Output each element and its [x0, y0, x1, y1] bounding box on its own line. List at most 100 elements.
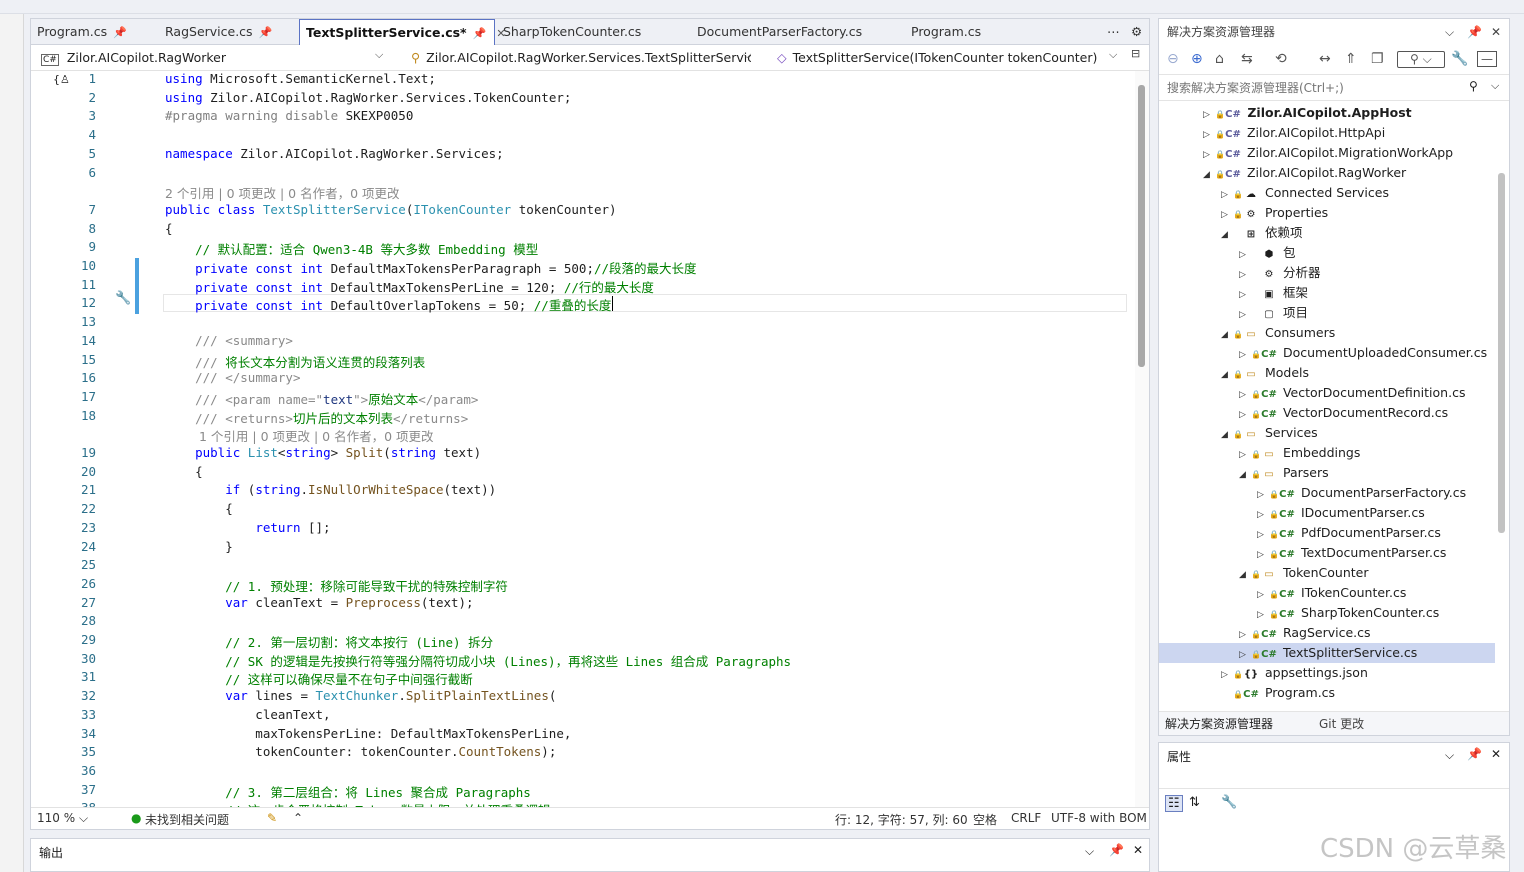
- code-line[interactable]: // 2. 第一层切割：将文本按行 (Line) 拆分: [165, 632, 493, 651]
- code-line[interactable]: namespace Zilor.AICopilot.RagWorker.Serv…: [165, 146, 504, 161]
- collapsed-arrow-icon[interactable]: ▷: [1221, 205, 1233, 225]
- tree-item[interactable]: ▷ ⚙ 分析器: [1159, 263, 1495, 283]
- code-line[interactable]: // 默认配置：适合 Qwen3-4B 等大多数 Embedding 模型: [165, 239, 538, 258]
- pin-icon[interactable]: 📌: [1467, 19, 1482, 45]
- scrollbar-thumb[interactable]: [1138, 85, 1145, 367]
- tree-item[interactable]: ▷ 🔒{} appsettings.json: [1159, 663, 1495, 683]
- filter-dropdown[interactable]: ⚲ ⌵: [1397, 51, 1445, 68]
- sync-icon[interactable]: ↔: [1319, 51, 1331, 67]
- tab-ragservice-cs[interactable]: RagService.cs 📌: [159, 19, 299, 45]
- tree-item[interactable]: ▷ 🔒 ⚙ Properties: [1159, 203, 1495, 223]
- collapsed-arrow-icon[interactable]: ▷: [1203, 145, 1215, 165]
- code-line[interactable]: private const int DefaultMaxTokensPerLin…: [165, 277, 654, 296]
- tree-item[interactable]: ▷ ▣ 框架: [1159, 283, 1495, 303]
- code-line[interactable]: return [];: [165, 520, 330, 535]
- code-line[interactable]: using Zilor.AICopilot.RagWorker.Services…: [165, 90, 571, 105]
- tree-item[interactable]: ◢ 🔒 ▭ Parsers: [1159, 463, 1495, 483]
- collapsed-arrow-icon[interactable]: ▷: [1239, 385, 1251, 405]
- chevron-down-icon[interactable]: ⌵: [1445, 19, 1454, 45]
- code-line[interactable]: maxTokensPerLine: DefaultMaxTokensPerLin…: [165, 726, 571, 741]
- quick-actions-icon[interactable]: 🔧: [115, 291, 131, 306]
- collapsed-arrow-icon[interactable]: ▷: [1203, 105, 1215, 125]
- collapsed-arrow-icon[interactable]: ▷: [1239, 265, 1251, 285]
- codelens-references[interactable]: 2 个引用 | 0 项更改 | 0 名作者，0 项更改: [165, 183, 400, 202]
- collapsed-arrow-icon[interactable]: ▷: [1257, 605, 1269, 625]
- tab-solution-explorer[interactable]: 解决方案资源管理器: [1165, 715, 1273, 732]
- collapsed-arrow-icon[interactable]: ▷: [1221, 665, 1233, 685]
- expanded-arrow-icon[interactable]: ◢: [1221, 325, 1233, 345]
- expanded-arrow-icon[interactable]: ◢: [1221, 225, 1233, 245]
- member-dropdown[interactable]: ◇ TextSplitterService(ITokenCounter token…: [777, 48, 1107, 68]
- code-map-icon[interactable]: {♙: [53, 73, 70, 86]
- forward-icon[interactable]: ⊕: [1191, 51, 1203, 67]
- expanded-arrow-icon[interactable]: ◢: [1203, 165, 1215, 185]
- code-line[interactable]: // 这样可以确保尽量不在句子中间强行截断: [165, 669, 473, 688]
- tree-item[interactable]: ◢ 🔒 ▭ Models: [1159, 363, 1495, 383]
- tree-item[interactable]: ◢ 🔒 ▭ Services: [1159, 423, 1495, 443]
- scrollbar-thumb[interactable]: [1498, 173, 1505, 533]
- close-icon[interactable]: ✕: [1491, 747, 1501, 761]
- brush-icon[interactable]: ✎: [267, 811, 277, 825]
- tree-item[interactable]: ▷ 🔒C# Zilor.AICopilot.AppHost: [1159, 103, 1495, 123]
- collapsed-arrow-icon[interactable]: ▷: [1239, 405, 1251, 425]
- chevron-up-icon[interactable]: ⌃: [293, 811, 303, 825]
- codelens-references[interactable]: 1 个引用 | 0 项更改 | 0 名作者，0 项更改: [199, 426, 434, 445]
- collapsed-arrow-icon[interactable]: ▷: [1257, 585, 1269, 605]
- collapsed-arrow-icon[interactable]: ▷: [1203, 125, 1215, 145]
- close-icon[interactable]: ✕: [1491, 19, 1501, 45]
- code-line[interactable]: using Microsoft.SemanticKernel.Text;: [165, 71, 436, 86]
- chevron-down-icon[interactable]: ⌵: [743, 48, 751, 62]
- tree-item[interactable]: ▷ 🔒C# TextDocumentParser.cs: [1159, 543, 1495, 563]
- home-icon[interactable]: ⌂: [1215, 51, 1224, 67]
- code-line[interactable]: // SK 的逻辑是先按换行符等强分隔符切成小块 (Lines)，再将这些 Li…: [165, 651, 791, 670]
- back-icon[interactable]: ⊖: [1167, 51, 1179, 67]
- switch-views-icon[interactable]: ⇆: [1241, 51, 1253, 67]
- expanded-arrow-icon[interactable]: ◢: [1239, 565, 1251, 585]
- tree-item[interactable]: ▷ 🔒C# IDocumentParser.cs: [1159, 503, 1495, 523]
- collapse-all-icon[interactable]: ⇑: [1345, 51, 1357, 67]
- code-area[interactable]: 1 using Microsoft.SemanticKernel.Text; 2 us…: [31, 71, 1135, 807]
- code-line[interactable]: private const int DefaultMaxTokensPerPar…: [165, 258, 696, 277]
- chevron-down-icon[interactable]: ⌵: [1491, 79, 1499, 93]
- code-line[interactable]: #pragma warning disable SKEXP0050: [165, 108, 413, 123]
- gear-icon[interactable]: ⚙: [1125, 19, 1145, 45]
- encoding-indicator[interactable]: UTF-8 with BOM: [1051, 811, 1147, 825]
- close-icon[interactable]: ✕: [1133, 843, 1143, 857]
- chevron-down-icon[interactable]: ⌵: [375, 48, 383, 62]
- tab-sharptokencounter-cs[interactable]: SharpTokenCounter.cs: [497, 19, 687, 45]
- code-line[interactable]: // 1. 预处理：移除可能导致干扰的特殊控制字符: [165, 576, 508, 595]
- collapsed-arrow-icon[interactable]: ▷: [1239, 645, 1251, 665]
- pin-icon[interactable]: 📌: [259, 26, 273, 39]
- tree-item[interactable]: ▷ 🔒C# VectorDocumentRecord.cs: [1159, 403, 1495, 423]
- pin-icon[interactable]: 📌: [1467, 747, 1482, 761]
- code-line[interactable]: {: [165, 501, 233, 516]
- tree-item[interactable]: ▷ 🔒C# DocumentUploadedConsumer.cs: [1159, 343, 1495, 363]
- collapsed-arrow-icon[interactable]: ▷: [1239, 445, 1251, 465]
- code-line[interactable]: public class TextSplitterService(ITokenC…: [165, 202, 617, 217]
- code-line[interactable]: // 3. 第二层组合：将 Lines 聚合成 Paragraphs: [165, 782, 531, 801]
- collapsed-arrow-icon[interactable]: ▷: [1257, 485, 1269, 505]
- collapsed-arrow-icon[interactable]: ▷: [1239, 285, 1251, 305]
- tree-item[interactable]: ▷ 🔒C# RagService.cs: [1159, 623, 1495, 643]
- property-pages-icon[interactable]: 🔧: [1221, 795, 1237, 810]
- code-line[interactable]: /// <param name="text">原始文本</param>: [165, 389, 478, 408]
- code-line[interactable]: {: [165, 464, 203, 479]
- chevron-down-icon[interactable]: ⌵: [1445, 748, 1454, 763]
- code-line[interactable]: cleanText,: [165, 707, 330, 722]
- solution-vertical-scrollbar[interactable]: [1495, 103, 1509, 707]
- tree-item[interactable]: ▷ ▢ 项目: [1159, 303, 1495, 323]
- collapsed-arrow-icon[interactable]: ▷: [1239, 305, 1251, 325]
- code-line[interactable]: /// 将长文本分割为语义连贯的段落列表: [165, 352, 425, 371]
- vertical-scrollbar[interactable]: [1135, 71, 1149, 807]
- tab-documentparserfactory-cs[interactable]: DocumentParserFactory.cs: [691, 19, 903, 45]
- expanded-arrow-icon[interactable]: ◢: [1221, 425, 1233, 445]
- tree-item[interactable]: ▷ 🔒C# SharpTokenCounter.cs: [1159, 603, 1495, 623]
- tree-item[interactable]: ▷ 🔒C# DocumentParserFactory.cs: [1159, 483, 1495, 503]
- tree-item[interactable]: ▷ 🔒C# VectorDocumentDefinition.cs: [1159, 383, 1495, 403]
- tree-item[interactable]: 🔒C# Program.cs: [1159, 683, 1495, 703]
- chevron-down-icon[interactable]: ⌵: [1109, 48, 1117, 62]
- search-icon[interactable]: ⚲: [1469, 79, 1478, 93]
- tab-git-changes[interactable]: Git 更改: [1319, 715, 1364, 732]
- tab-overflow-icon[interactable]: ⋯: [1101, 19, 1121, 45]
- pin-icon[interactable]: 📌: [473, 27, 487, 40]
